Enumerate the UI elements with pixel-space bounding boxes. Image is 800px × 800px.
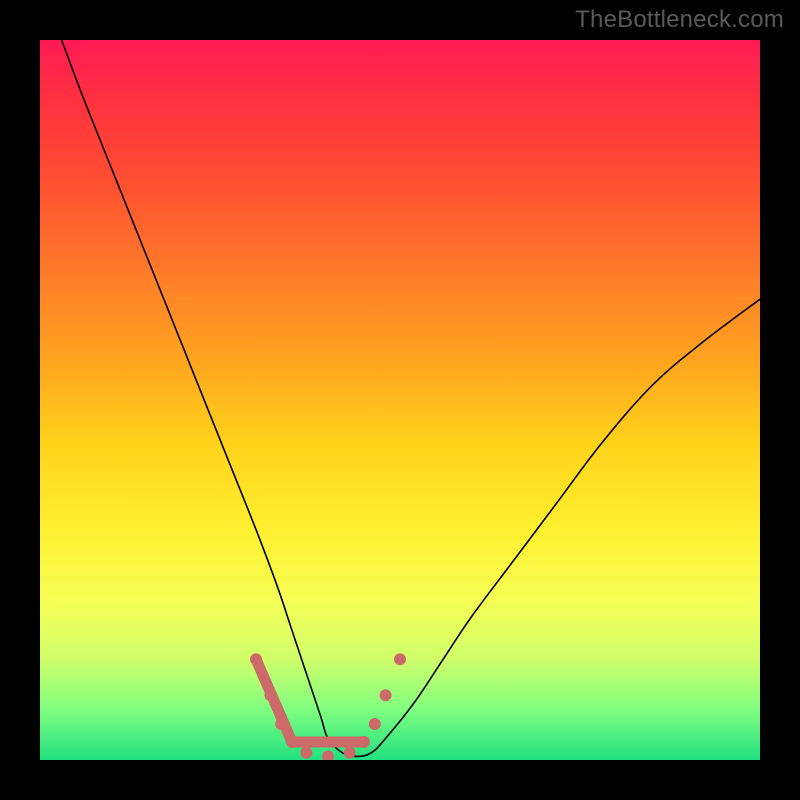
- marker-dot: [380, 689, 392, 701]
- marker-dot: [358, 736, 370, 748]
- plot-area: [40, 40, 760, 760]
- marker-dot: [300, 747, 312, 759]
- marker-dot: [344, 747, 356, 759]
- marker-dot: [275, 718, 287, 730]
- marker-dot: [286, 736, 298, 748]
- marker-dot: [394, 653, 406, 665]
- marker-dot: [369, 718, 381, 730]
- chart-container: TheBottleneck.com: [0, 0, 800, 800]
- chart-svg: [40, 40, 760, 760]
- marker-group: [250, 653, 406, 760]
- marker-dot: [250, 653, 262, 665]
- watermark-label: TheBottleneck.com: [575, 6, 784, 34]
- marker-segment: [256, 659, 292, 742]
- marker-dot: [264, 689, 276, 701]
- bottleneck-curve: [40, 40, 760, 756]
- marker-dot: [322, 750, 334, 760]
